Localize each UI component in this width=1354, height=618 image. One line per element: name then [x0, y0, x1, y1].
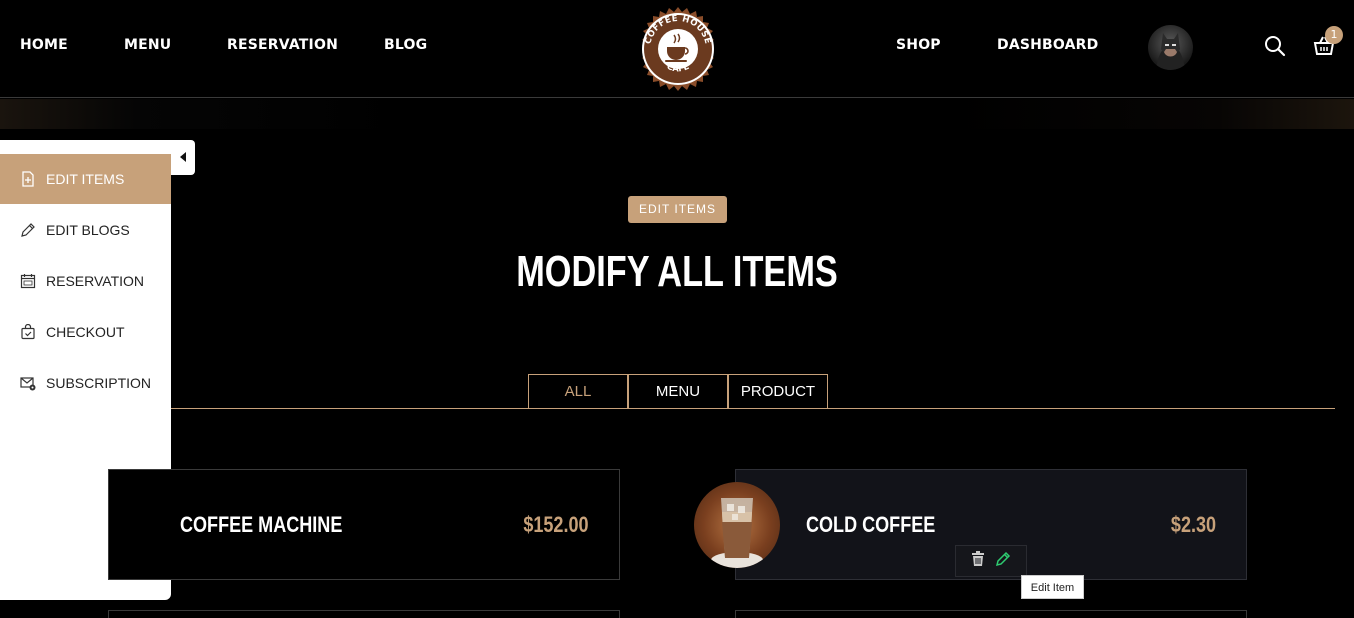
tabs-divider	[171, 408, 1335, 409]
item-price: $2.30	[1170, 512, 1216, 537]
top-navbar: HOME MENU RESERVATION BLOG COFFEE HOUSE …	[0, 0, 1354, 98]
pencil-icon	[20, 222, 36, 238]
nav-home[interactable]: HOME	[20, 37, 68, 53]
search-icon[interactable]	[1264, 35, 1286, 61]
bag-check-icon	[20, 324, 36, 340]
tab-menu[interactable]: MENU	[628, 374, 728, 409]
edit-item-tooltip: Edit Item	[1021, 575, 1084, 599]
mail-gear-icon	[20, 375, 36, 391]
item-image	[694, 482, 780, 568]
nav-reservation[interactable]: RESERVATION	[227, 37, 338, 53]
sidebar-item-label: EDIT ITEMS	[46, 171, 125, 187]
item-name: COLD COFFEE	[806, 512, 936, 537]
sidebar-item-reservation[interactable]: RESERVATION	[0, 256, 171, 306]
cart-count-badge: 1	[1325, 26, 1343, 44]
sidebar-item-label: CHECKOUT	[46, 324, 125, 340]
hero-banner-strip	[0, 99, 1354, 129]
file-plus-icon	[20, 171, 36, 187]
caret-left-icon	[179, 148, 187, 167]
nav-blog[interactable]: BLOG	[384, 37, 427, 53]
sidebar-item-label: RESERVATION	[46, 273, 145, 289]
nav-menu[interactable]: MENU	[124, 37, 171, 53]
tab-product[interactable]: PRODUCT	[728, 374, 828, 409]
edit-pencil-icon[interactable]	[995, 551, 1011, 571]
item-card[interactable]	[108, 610, 620, 618]
tab-all[interactable]: ALL	[528, 374, 628, 409]
coffee-house-logo[interactable]: COFFEE HOUSE CAFE	[634, 5, 722, 93]
calendar-icon	[20, 273, 36, 289]
sidebar-item-checkout[interactable]: CHECKOUT	[0, 307, 171, 357]
item-card[interactable]: COFFEE MACHINE $152.00	[108, 469, 620, 580]
page-title: MODIFY ALL ITEMS	[516, 247, 838, 296]
sidebar-item-subscription[interactable]: SUBSCRIPTION	[0, 358, 171, 408]
sidebar-item-label: EDIT BLOGS	[46, 222, 130, 238]
item-actions	[955, 545, 1027, 577]
sidebar-collapse-toggle[interactable]	[171, 140, 195, 175]
section-tag: EDIT ITEMS	[628, 196, 727, 223]
user-avatar[interactable]	[1148, 25, 1193, 70]
sidebar-item-label: SUBSCRIPTION	[46, 375, 152, 391]
nav-shop[interactable]: SHOP	[896, 37, 941, 53]
item-price: $152.00	[523, 512, 589, 537]
sidebar-item-edit-blogs[interactable]: EDIT BLOGS	[0, 205, 171, 255]
sidebar-item-edit-items[interactable]: EDIT ITEMS	[0, 154, 171, 204]
trash-icon[interactable]	[971, 551, 985, 571]
filter-tabs: ALL MENU PRODUCT	[528, 374, 828, 409]
item-card[interactable]	[735, 610, 1247, 618]
nav-dashboard[interactable]: DASHBOARD	[997, 37, 1099, 53]
item-name: COFFEE MACHINE	[180, 512, 343, 537]
